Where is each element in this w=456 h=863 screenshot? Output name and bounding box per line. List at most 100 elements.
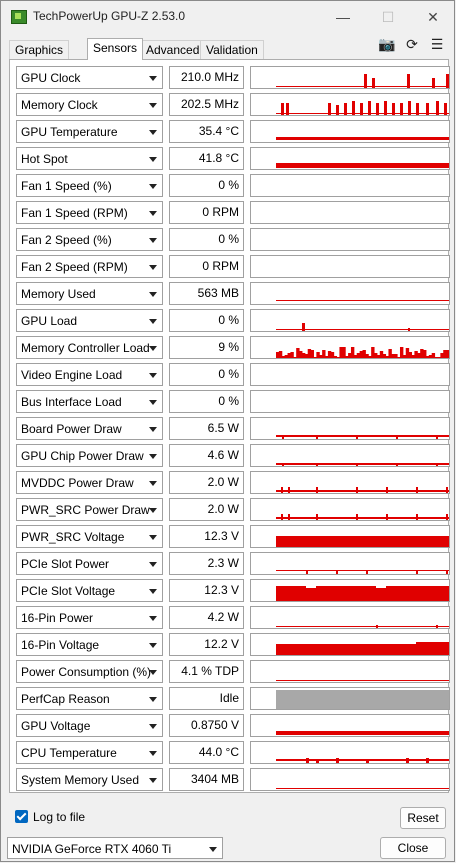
sensor-value: 563 MB	[169, 282, 244, 305]
chevron-down-icon	[149, 292, 157, 297]
sensor-value: 0.8750 V	[169, 714, 244, 737]
sensor-row: Bus Interface Load 0 %	[16, 390, 451, 413]
sensor-dropdown[interactable]: Fan 1 Speed (%)	[16, 174, 163, 197]
sensor-dropdown[interactable]: 16-Pin Power	[16, 606, 163, 629]
gpu-select[interactable]: NVIDIA GeForce RTX 4060 Ti	[7, 837, 223, 859]
sensor-dropdown[interactable]: PCIe Slot Voltage	[16, 579, 163, 602]
chevron-down-icon	[149, 616, 157, 621]
close-window-button[interactable]: ✕	[410, 1, 456, 33]
maximize-button[interactable]: ☐	[365, 1, 411, 33]
sensor-row: Memory Clock 202.5 MHz	[16, 93, 451, 116]
sensor-dropdown[interactable]: Hot Spot	[16, 147, 163, 170]
chevron-down-icon	[149, 319, 157, 324]
sensor-row: GPU Temperature 35.4 °C	[16, 120, 451, 143]
chevron-down-icon	[149, 238, 157, 243]
sensor-graph	[250, 66, 450, 89]
tab-advanced[interactable]: Advanced	[140, 40, 206, 59]
close-button[interactable]: Close	[380, 837, 446, 859]
minimize-button[interactable]: —	[320, 1, 366, 33]
sensor-dropdown[interactable]: GPU Load	[16, 309, 163, 332]
sensor-dropdown[interactable]: Fan 2 Speed (RPM)	[16, 255, 163, 278]
chevron-down-icon	[149, 535, 157, 540]
chevron-down-icon	[149, 724, 157, 729]
chevron-down-icon	[149, 346, 157, 351]
sensor-graph	[250, 741, 450, 764]
sensor-dropdown[interactable]: MVDDC Power Draw	[16, 471, 163, 494]
sensor-dropdown[interactable]: Fan 1 Speed (RPM)	[16, 201, 163, 224]
sensor-row: Fan 2 Speed (%) 0 %	[16, 228, 451, 251]
chevron-down-icon	[209, 847, 217, 852]
chevron-down-icon	[149, 454, 157, 459]
sensor-dropdown[interactable]: GPU Clock	[16, 66, 163, 89]
sensor-dropdown[interactable]: Video Engine Load	[16, 363, 163, 386]
sensor-value: 12.3 V	[169, 525, 244, 548]
sensor-dropdown[interactable]: Bus Interface Load	[16, 390, 163, 413]
sensor-graph	[250, 93, 450, 116]
sensor-graph	[250, 282, 450, 305]
sensor-name: Fan 1 Speed (RPM)	[21, 206, 128, 220]
menu-icon[interactable]: ☰	[426, 36, 448, 52]
sensor-graph	[250, 687, 450, 710]
chevron-down-icon	[149, 76, 157, 81]
sensor-dropdown[interactable]: GPU Voltage	[16, 714, 163, 737]
sensor-value: 41.8 °C	[169, 147, 244, 170]
sensor-name: Memory Clock	[21, 98, 98, 112]
refresh-icon[interactable]: ⟳	[401, 36, 423, 52]
sensor-graph	[250, 174, 450, 197]
chevron-down-icon	[149, 697, 157, 702]
gpuz-window: TechPowerUp GPU-Z 2.53.0 — ☐ ✕ Graphics …	[0, 0, 455, 862]
sensor-name: System Memory Used	[21, 773, 140, 787]
sensor-value: 12.3 V	[169, 579, 244, 602]
sensor-dropdown[interactable]: PCIe Slot Power	[16, 552, 163, 575]
sensor-dropdown[interactable]: CPU Temperature	[16, 741, 163, 764]
sensor-dropdown[interactable]: System Memory Used	[16, 768, 163, 791]
sensor-value: 2.0 W	[169, 498, 244, 521]
sensor-row: Fan 2 Speed (RPM) 0 RPM	[16, 255, 451, 278]
tab-validation[interactable]: Validation	[200, 40, 264, 59]
camera-icon[interactable]: 📷	[376, 36, 398, 52]
tab-sensors[interactable]: Sensors	[87, 38, 144, 60]
sensor-row: PerfCap Reason Idle	[16, 687, 451, 710]
chevron-down-icon	[149, 400, 157, 405]
sensor-dropdown[interactable]: GPU Chip Power Draw	[16, 444, 163, 467]
sensor-row: PCIe Slot Power 2.3 W	[16, 552, 451, 575]
log-checkbox[interactable]	[15, 810, 28, 823]
sensor-dropdown[interactable]: PerfCap Reason	[16, 687, 163, 710]
sensor-dropdown[interactable]: Board Power Draw	[16, 417, 163, 440]
sensor-value: 6.5 W	[169, 417, 244, 440]
sensor-graph	[250, 309, 450, 332]
sensor-value: 12.2 V	[169, 633, 244, 656]
sensor-dropdown[interactable]: Power Consumption (%)	[16, 660, 163, 683]
sensor-dropdown[interactable]: PWR_SRC Power Draw	[16, 498, 163, 521]
sensor-name: 16-Pin Voltage	[21, 638, 100, 652]
sensor-dropdown[interactable]: 16-Pin Voltage	[16, 633, 163, 656]
sensor-graph	[250, 390, 450, 413]
sensor-graph	[250, 498, 450, 521]
sensor-value: 2.0 W	[169, 471, 244, 494]
sensor-graph	[250, 417, 450, 440]
sensor-row: GPU Clock 210.0 MHz	[16, 66, 451, 89]
sensor-dropdown[interactable]: Memory Used	[16, 282, 163, 305]
sensor-dropdown[interactable]: Fan 2 Speed (%)	[16, 228, 163, 251]
reset-button[interactable]: Reset	[400, 807, 446, 829]
chevron-down-icon	[149, 778, 157, 783]
sensor-name: GPU Chip Power Draw	[21, 449, 144, 463]
tab-graphics-card[interactable]: Graphics Card	[9, 40, 70, 76]
sensor-value: 210.0 MHz	[169, 66, 244, 89]
sensor-name: Board Power Draw	[21, 422, 122, 436]
sensor-graph	[250, 633, 450, 656]
sensor-dropdown[interactable]: GPU Temperature	[16, 120, 163, 143]
sensor-dropdown[interactable]: Memory Clock	[16, 93, 163, 116]
sensor-name: Video Engine Load	[21, 368, 123, 382]
sensor-name: GPU Voltage	[21, 719, 91, 733]
sensor-name: Hot Spot	[21, 152, 68, 166]
sensor-dropdown[interactable]: Memory Controller Load	[16, 336, 163, 359]
chevron-down-icon	[149, 562, 157, 567]
sensor-value: 0 %	[169, 309, 244, 332]
window-title: TechPowerUp GPU-Z 2.53.0	[33, 9, 186, 23]
sensor-row: Power Consumption (%) 4.1 % TDP	[16, 660, 451, 683]
sensor-value: 0 %	[169, 363, 244, 386]
sensor-dropdown[interactable]: PWR_SRC Voltage	[16, 525, 163, 548]
title-bar: TechPowerUp GPU-Z 2.53.0 — ☐ ✕	[1, 1, 454, 33]
sensor-row: CPU Temperature 44.0 °C	[16, 741, 451, 764]
